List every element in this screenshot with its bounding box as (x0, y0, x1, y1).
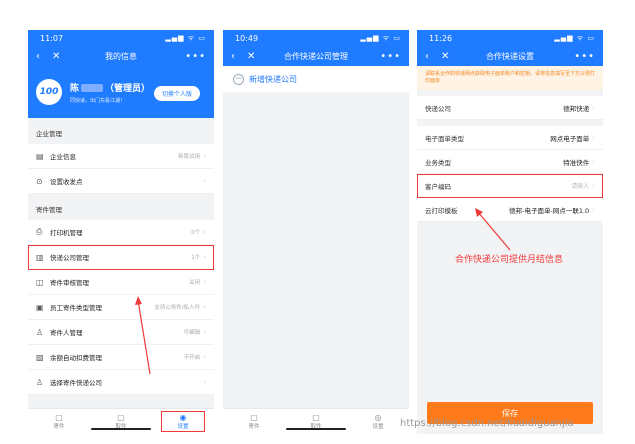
field-waybill-type[interactable]: 电子面单类型 网点电子面单 › (417, 126, 603, 150)
field-customer-code[interactable]: 客户编码 请输入 › (417, 174, 603, 198)
sending-list: ⎙ 打印机管理 0个 › ▥ 快递公司管理 1个 › ◫ 寄件审核管理 关闭 › ▣ … (28, 220, 214, 395)
back-icon[interactable]: ‹ (36, 51, 40, 62)
phone-courier-settings: 11:26 ▂▄▆ ᯤ ▭ ‹ ✕ 合作快递设置 ••• 请联系合作的快递网点获取… (417, 30, 603, 434)
header: 11:26 ▂▄▆ ᯤ ▭ ‹ ✕ 合作快递设置 ••• (417, 30, 603, 66)
chevron-right-icon: › (592, 103, 595, 112)
company-logo: 100 (36, 79, 62, 105)
chevron-right-icon: › (592, 133, 595, 142)
field-print-template[interactable]: 云打印模板 德邦-电子面单-网点一联1.0 › (417, 198, 603, 222)
list-item-enterprise-info[interactable]: ▤ 企业信息 新版试用 › (28, 144, 214, 169)
chevron-right-icon: › (203, 378, 206, 386)
tab-settings[interactable]: ◉ 设置 (161, 411, 205, 432)
list-item-sender[interactable]: ♙ 寄件人管理 可编辑 › (28, 320, 214, 345)
document-icon: ▥ (36, 252, 44, 262)
tab-bar: ▢ 寄件 ▢ 取件 ◉ 设置 (28, 408, 214, 434)
building-icon: ▤ (36, 151, 44, 161)
send-icon: ▢ (55, 413, 63, 422)
watermark: https://blog.csdn.net/kuaidiguanjia (400, 418, 574, 429)
list-item-audit[interactable]: ◫ 寄件审核管理 关闭 › (28, 270, 214, 295)
tab-send[interactable]: ▢ 寄件 (39, 413, 79, 430)
chevron-right-icon: › (203, 152, 206, 160)
chevron-right-icon: › (203, 353, 206, 361)
printer-icon: ⎙ (36, 227, 43, 236)
plus-icon: − (233, 73, 244, 85)
redacted-name (81, 84, 104, 92)
profile-card: 100 陈（管理员） 同快递，出门先看江湖！ 切换个人版 (28, 66, 214, 118)
user-icon: ♙ (36, 377, 44, 387)
more-icon[interactable]: ••• (185, 51, 206, 62)
more-icon[interactable]: ••• (574, 51, 595, 62)
user-icon: ♙ (36, 327, 44, 337)
back-icon[interactable]: ‹ (425, 51, 429, 62)
settings-icon: ◉ (179, 413, 187, 422)
status-icons: ▂▄▆ ᯤ ▭ (165, 33, 206, 42)
chevron-right-icon: › (203, 278, 206, 286)
status-time: 11:07 (40, 33, 64, 43)
close-icon[interactable]: ✕ (52, 51, 60, 62)
list-item-pickup-point[interactable]: ⊙ 设置收发点 › (28, 169, 214, 194)
status-time: 10:49 (235, 33, 259, 43)
status-bar: 11:26 ▂▄▆ ᯤ ▭ (417, 30, 603, 46)
status-icons: ▂▄▆ ᯤ ▭ (554, 33, 595, 42)
image-icon: ▨ (36, 352, 44, 362)
status-bar: 10:49 ▂▄▆ ᯤ ▭ (223, 30, 409, 46)
title-bar: ‹ ✕ 合作快递公司管理 ••• (223, 46, 409, 66)
pickup-icon: ▢ (312, 413, 320, 422)
add-courier-button[interactable]: − 新增快递公司 (223, 66, 409, 92)
phone-my-info: 11:07 ▂▄▆ ᯤ ▭ ‹ ✕ 我的信息 ••• 100 陈（管理员） 同快递… (28, 30, 214, 434)
field-business-type[interactable]: 业务类型 特准快件 › (417, 150, 603, 174)
title-bar: ‹ ✕ 我的信息 ••• (28, 46, 214, 66)
switch-personal-button[interactable]: 切换个人版 (153, 86, 200, 101)
tab-send[interactable]: ▢ 寄件 (234, 413, 274, 430)
list-item-courier-company[interactable]: ▥ 快递公司管理 1个 › (28, 245, 214, 270)
settings-icon: ◎ (374, 413, 382, 422)
screenshot-stage: 11:07 ▂▄▆ ᯤ ▭ ‹ ✕ 我的信息 ••• 100 陈（管理员） 同快递… (0, 0, 635, 444)
status-icons: ▂▄▆ ᯤ ▭ (360, 33, 401, 42)
home-indicator (286, 428, 346, 430)
notice-banner: 请联系合作的快递网点获取电子面单账户和密钥。请将信息填写至下方以便打印面单 (417, 66, 603, 90)
section-enterprise: 企业管理 (36, 130, 62, 138)
pickup-icon: ▢ (117, 413, 125, 422)
id-card-icon: ▣ (36, 302, 44, 312)
profile-subtitle: 同快递，出门先看江湖！ (70, 97, 126, 104)
back-icon[interactable]: ‹ (231, 51, 235, 62)
chevron-right-icon: › (203, 253, 206, 261)
annotation-text: 合作快递公司提供月结信息 (455, 255, 564, 265)
chevron-right-icon: › (592, 181, 595, 190)
close-icon[interactable]: ✕ (247, 51, 255, 62)
title-bar: ‹ ✕ 合作快递设置 ••• (417, 46, 603, 66)
empty-area (223, 92, 409, 392)
chevron-right-icon: › (203, 228, 206, 236)
tab-settings[interactable]: ◎ 设置 (358, 413, 398, 430)
chevron-right-icon: › (203, 177, 206, 185)
status-bar: 11:07 ▂▄▆ ᯤ ▭ (28, 30, 214, 46)
chevron-right-icon: › (203, 328, 206, 336)
more-icon[interactable]: ••• (380, 51, 401, 62)
list-item-auto-deduct[interactable]: ▨ 余额自动扣费管理 不开启 › (28, 345, 214, 370)
list-item-staff-type[interactable]: ▣ 员工寄件类型管理 支持公务件/私人件 › (28, 295, 214, 320)
customer-code-input[interactable]: 请输入 (571, 181, 589, 190)
status-time: 11:26 (429, 33, 453, 43)
profile-name: 陈（管理员） (70, 83, 151, 94)
location-icon: ⊙ (36, 176, 43, 186)
field-courier-company[interactable]: 快递公司 德邦快递 › (417, 96, 603, 120)
enterprise-list: ▤ 企业信息 新版试用 › ⊙ 设置收发点 › (28, 144, 214, 194)
header: 10:49 ▂▄▆ ᯤ ▭ ‹ ✕ 合作快递公司管理 ••• (223, 30, 409, 66)
list-item-printer[interactable]: ⎙ 打印机管理 0个 › (28, 220, 214, 245)
send-icon: ▢ (250, 413, 258, 422)
chevron-right-icon: › (592, 157, 595, 166)
home-indicator (91, 428, 151, 430)
section-sending: 寄件管理 (36, 206, 62, 214)
close-icon[interactable]: ✕ (441, 51, 449, 62)
phone-courier-management: 10:49 ▂▄▆ ᯤ ▭ ‹ ✕ 合作快递公司管理 ••• − 新增快递公司 ▢… (223, 30, 409, 434)
tab-bar: ▢ 寄件 ▢ 取件 ◎ 设置 (223, 408, 409, 434)
audit-icon: ◫ (36, 277, 44, 287)
list-item-choose-courier[interactable]: ♙ 选择寄件快递公司 › (28, 370, 214, 395)
header: 11:07 ▂▄▆ ᯤ ▭ ‹ ✕ 我的信息 ••• 100 陈（管理员） 同快递… (28, 30, 214, 118)
chevron-right-icon: › (592, 205, 595, 214)
chevron-right-icon: › (203, 303, 206, 311)
